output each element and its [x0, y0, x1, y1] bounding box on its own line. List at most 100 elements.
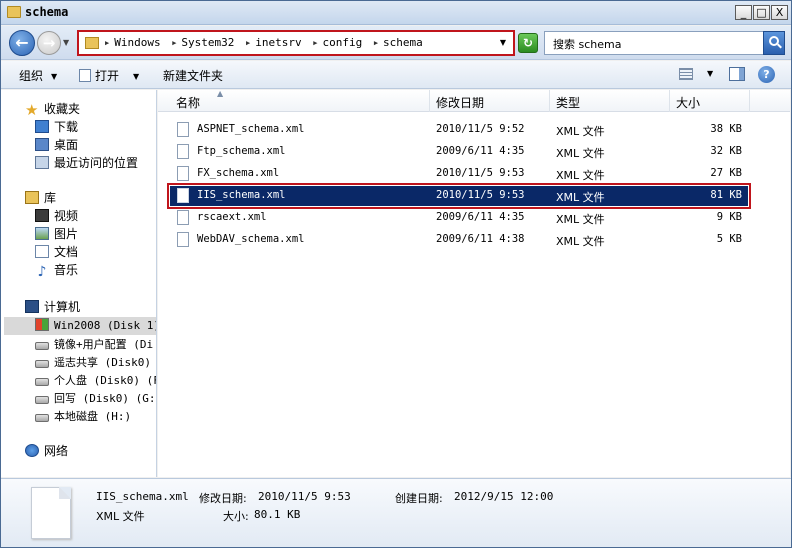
dropdown-arrow-icon: ▼	[51, 72, 58, 81]
chevron-icon[interactable]: ▶	[374, 39, 378, 47]
sidebar-item-drive-h[interactable]: 本地磁盘 (H:)	[35, 408, 131, 426]
file-type: XML 文件	[556, 191, 605, 204]
drive-icon	[35, 414, 49, 422]
preview-pane-icon[interactable]	[729, 67, 745, 81]
sidebar-item-drive-d[interactable]: 镜像+用户配置 (Di	[35, 336, 153, 354]
file-row-selected[interactable]: IIS_schema.xml 2010/11/5 9:53 XML 文件 81 …	[167, 183, 751, 209]
sidebar-item-drive-g[interactable]: 回写 (Disk0) (G:)	[35, 390, 156, 408]
chevron-icon[interactable]: ▶	[246, 39, 250, 47]
xml-file-icon	[177, 188, 189, 203]
file-row[interactable]: FX_schema.xml 2010/11/5 9:53 XML 文件 27 K…	[170, 164, 748, 184]
help-button[interactable]: ?	[758, 66, 775, 83]
details-file-name: IIS_schema.xml	[96, 490, 189, 503]
file-modified: 2010/11/5 9:53	[436, 167, 525, 179]
file-size: 32 KB	[710, 145, 742, 157]
file-row[interactable]: Ftp_schema.xml 2009/6/11 4:35 XML 文件 32 …	[170, 142, 748, 162]
file-size: 5 KB	[716, 233, 742, 245]
column-header-size[interactable]: 大小	[670, 90, 750, 112]
file-modified: 2009/6/11 4:35	[436, 211, 525, 223]
forward-button[interactable]: →	[37, 31, 61, 55]
sidebar-item-documents[interactable]: 文档	[35, 243, 78, 261]
sidebar-item-videos[interactable]: 视频	[35, 207, 78, 225]
breadcrumb-item[interactable]: System32	[181, 36, 234, 49]
breadcrumb-item[interactable]: Windows	[114, 36, 160, 49]
file-row[interactable]: ASPNET_schema.xml 2010/11/5 9:52 XML 文件 …	[170, 120, 748, 140]
video-icon	[35, 209, 49, 222]
file-type: XML 文件	[556, 235, 605, 248]
sidebar-item-drive-f[interactable]: 个人盘 (Disk0) (F	[35, 372, 156, 390]
file-type: XML 文件	[556, 125, 605, 138]
sidebar-item-desktop[interactable]: 桌面	[35, 136, 78, 154]
dropdown-arrow-icon: ▼	[133, 72, 140, 81]
view-details-icon[interactable]	[679, 68, 693, 80]
close-button[interactable]: X	[771, 5, 788, 20]
sidebar-item-favorites[interactable]: ★ 收藏夹	[25, 100, 80, 118]
sidebar-item-recent[interactable]: 最近访问的位置	[35, 154, 138, 172]
file-modified: 2009/6/11 4:38	[436, 233, 525, 245]
xml-file-icon	[177, 232, 189, 247]
open-button[interactable]: 打开 ▼	[79, 67, 139, 84]
recent-pages-dropdown[interactable]: ▼	[63, 38, 69, 47]
sidebar-item-drive-e[interactable]: 遥志共享 (Disk0)	[35, 354, 151, 372]
address-bar[interactable]: ▶ Windows ▶ System32 ▶ inetsrv ▶ config ▶ sch…	[77, 30, 515, 56]
file-size: 38 KB	[710, 123, 742, 135]
file-name: ASPNET_schema.xml	[197, 123, 305, 135]
column-header-modified[interactable]: 修改日期	[430, 90, 550, 112]
column-header-name[interactable]: ▲ 名称	[170, 89, 430, 112]
drive-icon	[35, 360, 49, 368]
organize-button[interactable]: 组织 ▼	[19, 67, 57, 84]
refresh-button[interactable]: ↻	[518, 33, 538, 53]
address-dropdown-icon[interactable]: ▼	[500, 38, 506, 47]
file-list: ▲ 名称 修改日期 类型 大小 ASPNET_schema.xml 2010/11…	[158, 89, 790, 477]
file-name: FX_schema.xml	[197, 167, 280, 179]
new-folder-button[interactable]: 新建文件夹	[163, 67, 223, 84]
details-created-value: 2012/9/15 12:00	[454, 490, 554, 503]
file-modified: 2010/11/5 9:53	[436, 189, 525, 201]
breadcrumb-item[interactable]: config	[322, 36, 362, 49]
title-bar[interactable]: schema _ □ X	[1, 1, 791, 25]
file-thumbnail-icon	[31, 487, 71, 539]
sidebar-item-computer[interactable]: 计算机	[25, 298, 80, 316]
recent-places-icon	[35, 156, 49, 169]
sidebar-item-libraries[interactable]: 库	[25, 189, 56, 207]
music-note-icon: ♪	[37, 264, 47, 280]
back-button[interactable]: ←	[9, 30, 35, 56]
file-row[interactable]: WebDAV_schema.xml 2009/6/11 4:38 XML 文件 …	[170, 230, 748, 250]
file-row[interactable]: rscaext.xml 2009/6/11 4:35 XML 文件 9 KB	[170, 208, 748, 228]
sidebar-item-downloads[interactable]: 下载	[35, 118, 78, 136]
column-header-type[interactable]: 类型	[550, 90, 670, 112]
command-bar: 组织 ▼ 打开 ▼ 新建文件夹 ▼ ?	[1, 61, 791, 89]
explorer-window: schema _ □ X ← → ▼ ▶ Windows ▶ System32 ▶ i…	[0, 0, 792, 548]
computer-icon	[25, 300, 39, 313]
details-type: XML 文件	[96, 510, 145, 523]
drive-icon	[35, 342, 49, 350]
column-headers: ▲ 名称 修改日期 类型 大小	[158, 89, 790, 112]
file-size: 81 KB	[710, 189, 742, 201]
details-modified-value: 2010/11/5 9:53	[258, 490, 351, 503]
minimize-button[interactable]: _	[735, 5, 752, 20]
details-size-label: 大小:	[223, 510, 249, 523]
sort-ascending-icon: ▲	[217, 89, 224, 98]
search-button[interactable]	[763, 31, 785, 55]
chevron-icon[interactable]: ▶	[313, 39, 317, 47]
sidebar-item-drive-c[interactable]: Win2008 (Disk 1)	[35, 318, 156, 336]
file-name: Ftp_schema.xml	[197, 145, 286, 157]
sidebar-item-network[interactable]: 网络	[25, 442, 68, 460]
view-dropdown-icon[interactable]: ▼	[707, 69, 713, 78]
search-box[interactable]: 搜索 schema	[544, 31, 785, 55]
file-modified: 2010/11/5 9:52	[436, 123, 525, 135]
maximize-button[interactable]: □	[753, 5, 770, 20]
search-input[interactable]: 搜索 schema	[553, 36, 621, 52]
chevron-icon[interactable]: ▶	[105, 39, 109, 47]
breadcrumb-item[interactable]: schema	[383, 36, 423, 49]
address-row: ← → ▼ ▶ Windows ▶ System32 ▶ inetsrv ▶ confi…	[1, 26, 791, 60]
network-icon	[25, 444, 39, 457]
sidebar-item-music[interactable]: ♪ 音乐	[35, 261, 78, 279]
details-created-label: 创建日期:	[395, 492, 443, 505]
chevron-icon[interactable]: ▶	[172, 39, 176, 47]
breadcrumb-item[interactable]: inetsrv	[255, 36, 301, 49]
sidebar-item-pictures[interactable]: 图片	[35, 225, 78, 243]
file-type: XML 文件	[556, 213, 605, 226]
file-name: WebDAV_schema.xml	[197, 233, 305, 245]
file-name: rscaext.xml	[197, 211, 267, 223]
